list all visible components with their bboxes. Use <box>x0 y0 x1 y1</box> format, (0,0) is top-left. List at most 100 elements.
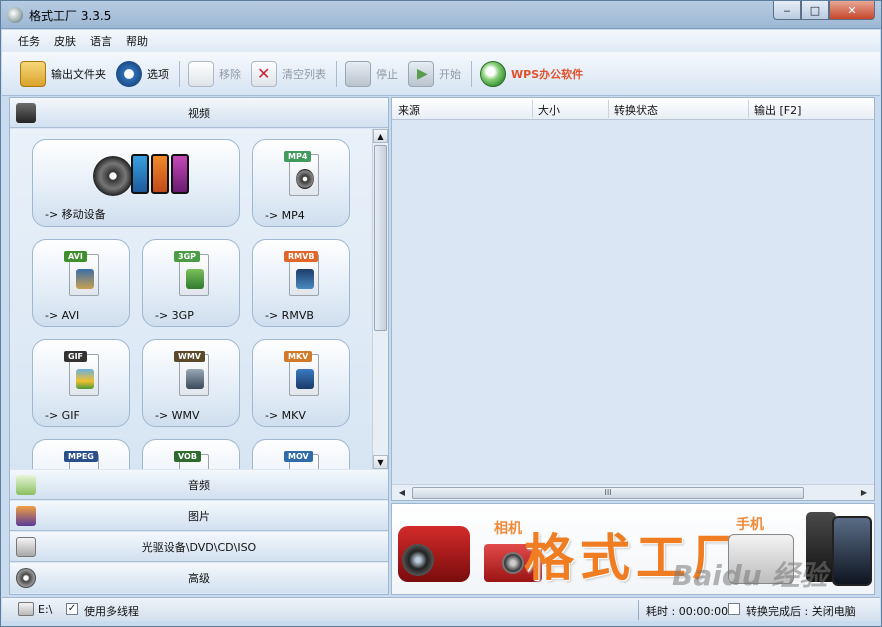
title-bar: 格式工厂 3.3.5 ‒ □ ✕ <box>1 1 881 29</box>
tile-rmvb[interactable]: RMVB -> RMVB <box>252 239 350 327</box>
window-controls: ‒ □ ✕ <box>773 1 875 21</box>
column-source[interactable]: 来源 <box>398 102 420 118</box>
tile-label: -> 3GP <box>155 309 194 322</box>
tile-mov[interactable]: MOV <box>252 439 350 469</box>
toolbar: 输出文件夹 选项 移除 清空列表 停止 开始 WPS办公软件 <box>2 52 880 96</box>
scroll-thumb[interactable] <box>374 145 387 331</box>
format-tag: GIF <box>64 351 88 362</box>
menu-help[interactable]: 帮助 <box>126 33 148 49</box>
tile-mpeg[interactable]: MPEG <box>32 439 130 469</box>
multithread-checkbox[interactable]: ✓ <box>66 603 78 615</box>
picture-icon <box>16 506 36 526</box>
clear-list-button[interactable]: 清空列表 <box>251 58 326 90</box>
wps-label: WPS办公软件 <box>511 67 584 81</box>
file-list-header: 来源 大小 转换状态 输出 [F2] <box>392 98 874 120</box>
category-image[interactable]: 图片 <box>10 501 388 531</box>
menu-bar: 任务 皮肤 语言 帮助 <box>2 30 880 52</box>
remove-button[interactable]: 移除 <box>188 58 241 90</box>
category-advanced[interactable]: 高级 <box>10 563 388 593</box>
scroll-down-icon[interactable]: ▼ <box>373 455 388 469</box>
elapsed-time: 耗时 : 00:00:00 <box>646 605 729 618</box>
toolbar-separator <box>336 60 337 87</box>
phone-icon <box>171 154 189 194</box>
category-disc[interactable]: 光驱设备\DVD\CD\ISO <box>10 532 388 562</box>
close-button[interactable]: ✕ <box>829 1 875 20</box>
tile-mp4[interactable]: MP4 -> MP4 <box>252 139 350 227</box>
menu-skin[interactable]: 皮肤 <box>54 33 76 49</box>
rmvb-file-icon: RMVB <box>284 251 319 296</box>
category-audio[interactable]: 音频 <box>10 470 388 500</box>
film-icon <box>16 103 36 123</box>
mpeg-file-icon: MPEG <box>64 451 99 469</box>
camcorder-icon <box>398 526 470 582</box>
watermark: Baidu 经验 <box>672 559 828 592</box>
delete-icon <box>251 60 277 87</box>
output-path: E:\ <box>38 603 53 616</box>
options-button[interactable]: 选项 <box>116 58 169 90</box>
column-divider[interactable] <box>532 100 533 118</box>
avi-file-icon: AVI <box>64 251 99 296</box>
menu-task[interactable]: 任务 <box>18 33 40 49</box>
play-icon <box>408 60 434 87</box>
category-scrollbar[interactable]: ▲ ▼ <box>372 129 388 469</box>
film-reel-icon <box>16 568 36 588</box>
file-list-hscrollbar[interactable]: ◀ III ▶ <box>392 484 874 500</box>
picture-icon <box>76 369 94 389</box>
tile-label: -> WMV <box>155 409 200 422</box>
document-icon <box>188 60 214 87</box>
column-divider[interactable] <box>748 100 749 118</box>
format-tag: RMVB <box>284 251 319 262</box>
column-output[interactable]: 输出 [F2] <box>754 102 801 118</box>
column-status[interactable]: 转换状态 <box>614 102 658 118</box>
film-strip-icon <box>296 369 314 389</box>
film-strip-icon <box>76 269 94 289</box>
shutdown-checkbox[interactable] <box>728 603 740 615</box>
format-tag: WMV <box>174 351 205 362</box>
options-label: 选项 <box>147 67 169 81</box>
shutdown-label: 转换完成后 : 关闭电脑 <box>746 605 856 618</box>
format-tag: 3GP <box>174 251 200 262</box>
tile-gif[interactable]: GIF -> GIF <box>32 339 130 427</box>
format-tag: MKV <box>284 351 313 362</box>
tile-mobile[interactable]: -> 移动设备 <box>32 139 240 227</box>
scroll-up-icon[interactable]: ▲ <box>373 129 388 143</box>
tile-label: -> GIF <box>45 409 80 422</box>
tile-vob[interactable]: VOB <box>142 439 240 469</box>
maximize-button[interactable]: □ <box>801 1 829 20</box>
menu-language[interactable]: 语言 <box>90 33 112 49</box>
output-folder-label: 输出文件夹 <box>51 67 106 81</box>
tile-label: -> 移动设备 <box>45 208 106 221</box>
tile-label: -> MKV <box>265 409 306 422</box>
category-panel: 视频 -> 移动设备 MP4 -> MP4 AVI -> AVI 3GP -> … <box>9 97 389 595</box>
tile-label: -> AVI <box>45 309 80 322</box>
film-strip-icon <box>186 269 204 289</box>
start-button[interactable]: 开始 <box>408 58 461 90</box>
tile-wmv[interactable]: WMV -> WMV <box>142 339 240 427</box>
phone-icon <box>151 154 169 194</box>
category-advanced-label: 高级 <box>188 572 210 585</box>
vob-file-icon: VOB <box>174 451 209 469</box>
tile-avi[interactable]: AVI -> AVI <box>32 239 130 327</box>
scroll-right-icon[interactable]: ▶ <box>858 487 870 499</box>
scroll-left-icon[interactable]: ◀ <box>396 487 408 499</box>
camcorder-icon <box>186 369 204 389</box>
app-window: 格式工厂 3.3.5 ‒ □ ✕ 任务 皮肤 语言 帮助 输出文件夹 选项 移除… <box>0 0 882 627</box>
tile-3gp[interactable]: 3GP -> 3GP <box>142 239 240 327</box>
stop-button[interactable]: 停止 <box>345 58 398 90</box>
wps-logo-icon <box>480 60 506 87</box>
drive-icon <box>18 602 34 616</box>
output-folder-button[interactable]: 输出文件夹 <box>20 58 106 90</box>
tile-mkv[interactable]: MKV -> MKV <box>252 339 350 427</box>
wps-button[interactable]: WPS办公软件 <box>480 58 583 90</box>
disc-drive-icon <box>16 537 36 557</box>
category-video[interactable]: 视频 <box>10 98 388 128</box>
minimize-button[interactable]: ‒ <box>773 1 801 20</box>
column-divider[interactable] <box>608 100 609 118</box>
category-audio-label: 音频 <box>188 478 210 492</box>
video-format-grid: -> 移动设备 MP4 -> MP4 AVI -> AVI 3GP -> 3GP… <box>10 129 388 469</box>
category-video-label: 视频 <box>188 106 210 120</box>
column-size[interactable]: 大小 <box>538 102 560 118</box>
category-disc-label: 光驱设备\DVD\CD\ISO <box>141 540 257 554</box>
hscroll-thumb[interactable]: III <box>412 487 804 499</box>
promo-banner[interactable]: 相机 格式工厂 手机 Baidu 经验 <box>391 503 875 595</box>
